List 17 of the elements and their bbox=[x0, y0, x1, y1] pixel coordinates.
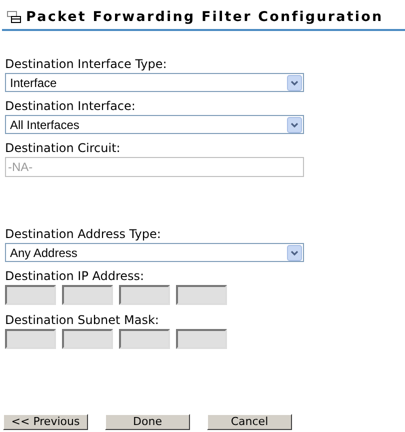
field-label: Destination Circuit: bbox=[5, 141, 122, 155]
windows-icon bbox=[7, 11, 21, 23]
field-label: Destination Subnet Mask: bbox=[5, 313, 160, 327]
field-label: Destination IP Address: bbox=[5, 269, 146, 283]
dropdown[interactable]: Interface bbox=[5, 73, 304, 92]
field-label: Destination Address Type: bbox=[5, 227, 162, 241]
chevron-down-icon bbox=[287, 116, 302, 132]
page-title: Packet Forwarding Filter Configuration bbox=[26, 9, 384, 25]
chevron-down-icon bbox=[287, 244, 302, 260]
dropdown[interactable]: Any Address bbox=[5, 243, 304, 262]
nav-button[interactable]: << Previous bbox=[3, 414, 88, 430]
chevron-down-icon bbox=[287, 74, 302, 90]
dropdown[interactable]: All Interfaces bbox=[5, 115, 304, 134]
nav-button[interactable]: Cancel bbox=[207, 414, 292, 430]
nav-button[interactable]: Done bbox=[105, 414, 190, 430]
field-label: Destination Interface: bbox=[5, 99, 136, 113]
field-label: Destination Interface Type: bbox=[5, 57, 168, 71]
